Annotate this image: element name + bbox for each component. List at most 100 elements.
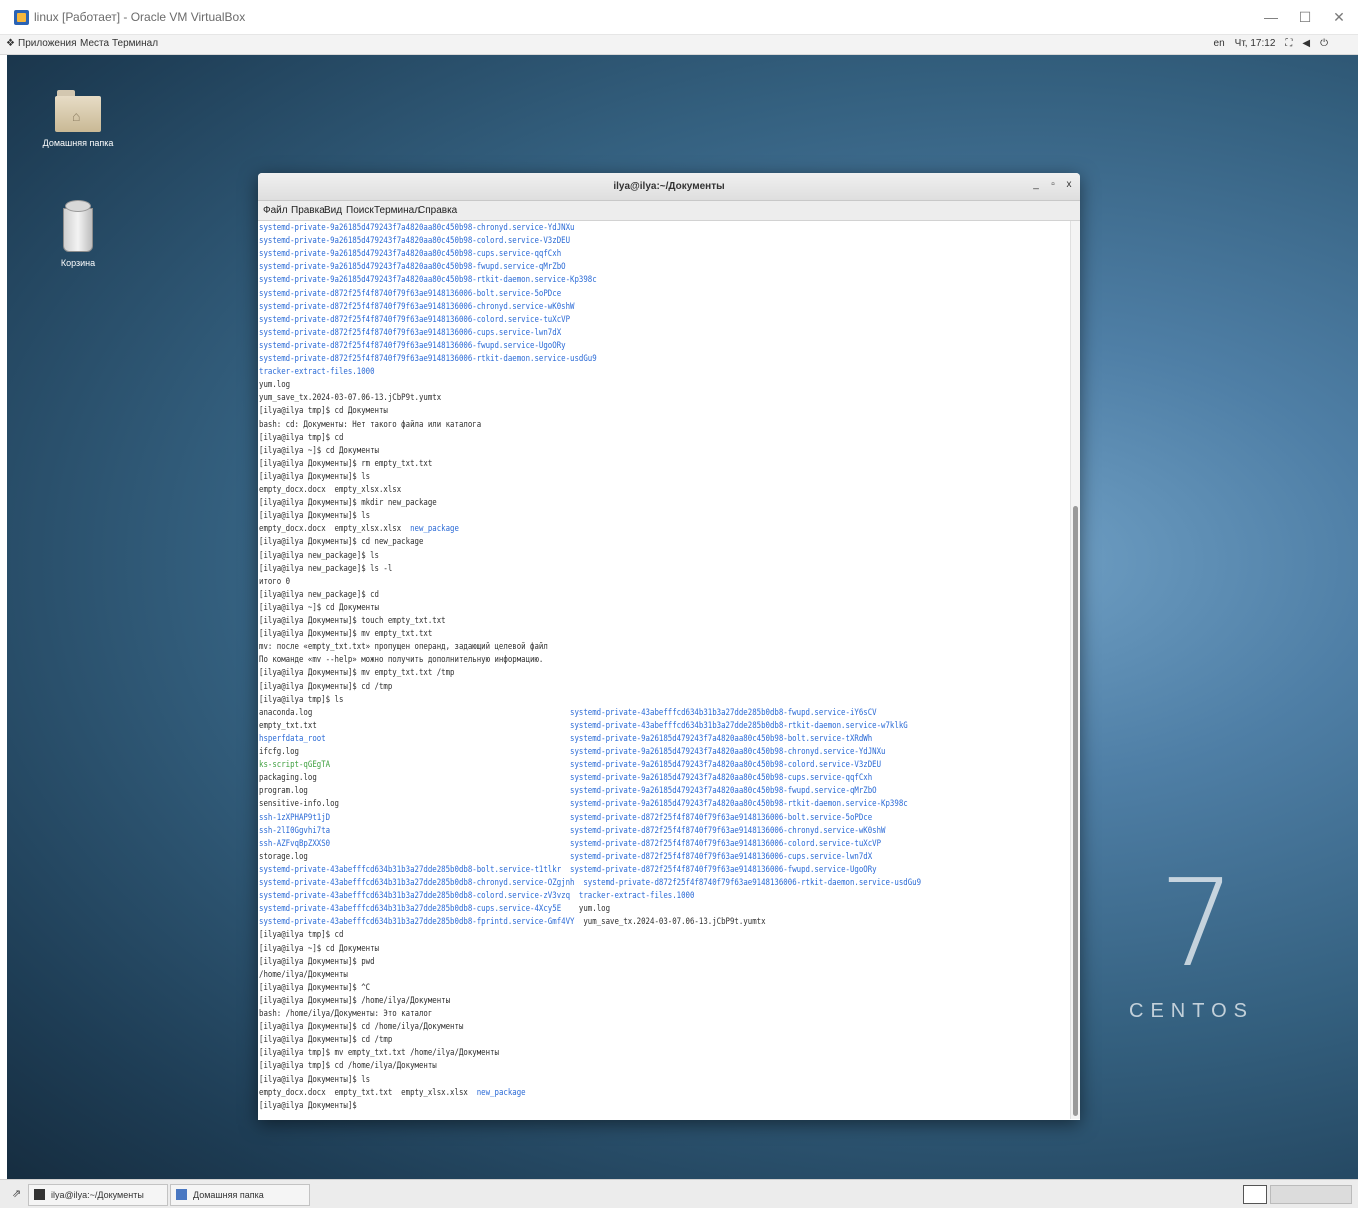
terminal-line: hsperfdata_root systemd-private-9a26185d… [259,733,872,746]
terminal-text: [ilya@ilya Документы]$ ^C [259,982,371,993]
terminal-text: /home/ilya/Документы [259,969,348,980]
desktop-icon-trash[interactable]: Корзина [33,200,123,268]
terminal-text: yum_save_tx.2024-03-07.06-13.jCbP9t.yumt… [259,393,442,404]
menu-terminal[interactable]: Терминал [112,38,158,49]
terminal-text: [ilya@ilya tmp]$ ls [259,694,344,705]
terminal-text: ifcfg.log [259,747,571,757]
terminal-maximize-button[interactable]: ▫ [1046,179,1060,190]
workspace-switcher[interactable] [1270,1185,1352,1204]
terminal-output[interactable]: systemd-private-9a26185d479243f7a4820aa8… [258,221,1071,1119]
menu-file[interactable]: Файл [263,205,288,216]
menu-help[interactable]: Справка [418,205,457,216]
terminal-line: bash: cd: Документы: Нет такого файла ил… [259,419,481,432]
terminal-line: systemd-private-9a26185d479243f7a4820aa8… [259,248,561,261]
menu-places[interactable]: Места [80,38,109,49]
terminal-text: bash: cd: Документы: Нет такого файла ил… [259,419,482,430]
terminal-text: storage.log [259,851,571,862]
terminal-text: [ilya@ilya Документы]$ ls [259,1074,371,1085]
terminal-text: systemd-private-9a26185d479243f7a4820aa8… [570,773,873,784]
terminal-text: systemd-private-d872f25f4f8740f79f63ae91… [259,327,562,338]
terminal-text: [ilya@ilya new_package]$ cd [259,589,379,600]
terminal-title: ilya@ilya:~/Документы [613,181,725,192]
taskbar-item-files[interactable]: Домашняя папка [170,1184,310,1206]
terminal-line: По команде «mv --help» можно получить до… [259,654,543,667]
terminal-text: program.log [259,786,571,797]
terminal-text: systemd-private-9a26185d479243f7a4820aa8… [570,733,873,744]
terminal-text: systemd-private-9a26185d479243f7a4820aa8… [259,275,597,286]
terminal-text: ssh-2lI0Ggvhi7ta [259,825,331,836]
workspace-switcher-active[interactable] [1243,1185,1267,1204]
virtualbox-titlebar: linux [Работает] - Oracle VM VirtualBox … [0,0,1358,35]
keyboard-layout[interactable]: en [1214,38,1225,49]
terminal-text: empty_txt.txt [259,720,571,731]
terminal-line: [ilya@ilya tmp]$ cd [259,432,343,445]
minimize-button[interactable]: — [1254,6,1288,28]
terminal-line: yum.log [259,379,290,392]
terminal-line: yum_save_tx.2024-03-07.06-13.jCbP9t.yumt… [259,392,441,405]
terminal-line: ifcfg.log systemd-private-9a26185d479243… [259,746,885,759]
clock[interactable]: Чт, 17:12 [1235,38,1276,49]
show-desktop-icon[interactable]: ⇗ [12,1187,21,1200]
terminal-text: systemd-private-d872f25f4f8740f79f63ae91… [259,354,597,364]
volume-icon[interactable]: ◀ [1302,38,1310,49]
terminal-scrollbar[interactable] [1070,221,1080,1119]
terminal-text: [ilya@ilya ~]$ cd Документы [259,445,379,456]
terminal-text: [ilya@ilya ~]$ cd Документы [259,943,379,954]
network-icon[interactable]: ⛶ [1285,38,1292,49]
terminal-line: systemd-private-43abefffcd634b31b3a27dde… [259,890,694,903]
terminal-text: По команде «mv --help» можно получить до… [259,655,544,666]
menu-search[interactable]: Поиск [346,205,374,216]
terminal-text: [ilya@ilya Документы]$ mv empty_txt.txt [259,629,433,640]
terminal-window: ilya@ilya:~/Документы _ ▫ x Файл Правка … [258,173,1080,1120]
maximize-button[interactable]: ☐ [1288,6,1322,28]
terminal-scroll-thumb[interactable] [1073,506,1078,1116]
terminal-text: [ilya@ilya Документы]$ [259,1100,362,1111]
terminal-line: sensitive-info.log systemd-private-9a261… [259,798,908,811]
terminal-text: [ilya@ilya Документы]$ cd /tmp [259,1035,393,1046]
terminal-text: [ilya@ilya tmp]$ cd /home/ilya/Документы [259,1061,437,1072]
terminal-text: [ilya@ilya Документы]$ pwd [259,956,375,967]
terminal-line: systemd-private-d872f25f4f8740f79f63ae91… [259,301,574,314]
close-button[interactable]: ✕ [1322,6,1356,28]
terminal-text: systemd-private-43abefffcd634b31b3a27dde… [259,878,575,888]
terminal-text: systemd-private-43abefffcd634b31b3a27dde… [570,707,877,718]
terminal-line: [ilya@ilya Документы]$ rm empty_txt.txt [259,458,432,471]
virtualbox-window-title: linux [Работает] - Oracle VM VirtualBox [34,10,246,24]
terminal-minimize-button[interactable]: _ [1029,179,1043,190]
terminal-line: [ilya@ilya Документы]$ mv empty_txt.txt [259,628,432,641]
terminal-text: sensitive-info.log [259,799,571,810]
desktop-icon-home[interactable]: ⌂ Домашняя папка [33,90,123,148]
terminal-line: systemd-private-d872f25f4f8740f79f63ae91… [259,353,597,366]
taskbar-item-terminal[interactable]: ilya@ilya:~/Документы [28,1184,168,1206]
terminal-line: [ilya@ilya Документы]$ ls [259,1074,370,1087]
terminal-text: yum_save_tx.2024-03-07.06-13.jCbP9t.yumt… [574,917,766,928]
terminal-line: systemd-private-d872f25f4f8740f79f63ae91… [259,314,570,327]
menu-view[interactable]: Вид [324,205,342,216]
terminal-text: systemd-private-d872f25f4f8740f79f63ae91… [259,314,571,325]
applications-icon: ❖ [6,38,15,49]
terminal-line: [ilya@ilya tmp]$ mv empty_txt.txt /home/… [259,1047,499,1060]
terminal-line: [ilya@ilya Документы]$ [259,1100,361,1113]
menu-applications[interactable]: Приложения [18,38,77,49]
terminal-line: empty_docx.docx empty_xlsx.xlsx [259,484,401,497]
terminal-titlebar[interactable]: ilya@ilya:~/Документы _ ▫ x [258,173,1080,201]
guest-taskbar: ⇗ ilya@ilya:~/Документы Домашняя папка [0,1179,1358,1208]
terminal-text: empty_docx.docx empty_xlsx.xlsx [259,485,402,495]
terminal-text: anaconda.log [259,707,571,718]
menu-edit[interactable]: Правка [291,205,325,216]
terminal-line: empty_docx.docx empty_xlsx.xlsx new_pack… [259,523,459,536]
terminal-text: tracker-extract-files.1000 [259,367,375,378]
terminal-text: systemd-private-43abefffcd634b31b3a27dde… [570,720,908,731]
terminal-line: empty_docx.docx empty_txt.txt empty_xlsx… [259,1087,526,1100]
terminal-line: [ilya@ilya Документы]$ cd /tmp [259,1034,392,1047]
home-folder-icon: ⌂ [55,90,101,132]
terminal-text: empty_docx.docx empty_xlsx.xlsx [259,524,411,535]
terminal-close-button[interactable]: x [1062,179,1076,190]
power-icon[interactable]: ⏻ [1320,38,1328,49]
terminal-line: ssh-AZFvqBpZXXS0 systemd-private-d872f25… [259,838,881,851]
menu-terminal[interactable]: Терминал [374,205,420,216]
